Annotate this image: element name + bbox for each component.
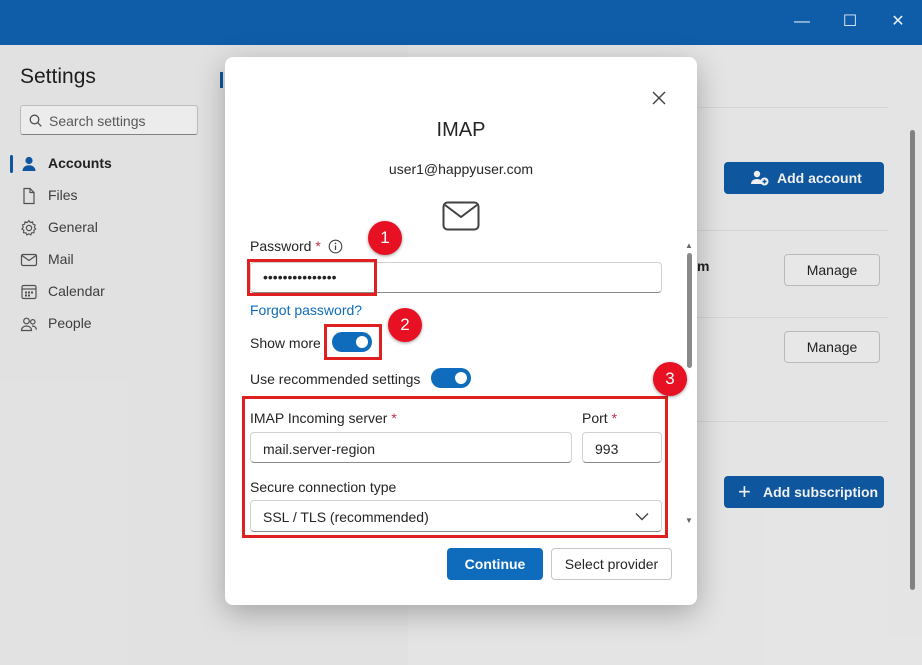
password-label: Password *: [250, 238, 343, 254]
info-icon[interactable]: [328, 239, 343, 254]
continue-button[interactable]: Continue: [447, 548, 543, 580]
account-email: user1@happyuser.com: [388, 161, 534, 177]
callout-badge-3: 3: [653, 362, 687, 396]
callout-badge-1: 1: [368, 221, 402, 255]
envelope-icon: [442, 201, 480, 231]
dialog-scrollbar[interactable]: [687, 253, 692, 368]
callout-server-settings-box: [242, 396, 668, 538]
dialog-title: IMAP: [436, 119, 486, 141]
close-window-button[interactable]: ✕: [886, 11, 910, 33]
close-icon[interactable]: [650, 89, 668, 107]
recommended-settings-toggle[interactable]: [431, 368, 471, 388]
recommended-settings-label: Use recommended settings: [250, 371, 421, 387]
show-more-label: Show more: [250, 335, 321, 351]
title-bar: — ☐ ✕: [0, 0, 922, 45]
maximize-button[interactable]: ☐: [838, 11, 862, 33]
forgot-password-link[interactable]: Forgot password?: [250, 302, 362, 318]
callout-badge-2: 2: [388, 308, 422, 342]
callout-show-more-box: [324, 324, 382, 360]
scroll-down-arrow[interactable]: ▼: [685, 516, 693, 525]
select-provider-button[interactable]: Select provider: [551, 548, 672, 580]
scroll-up-arrow[interactable]: ▲: [685, 241, 693, 250]
callout-password-box: [247, 259, 377, 296]
minimize-button[interactable]: —: [790, 11, 814, 33]
